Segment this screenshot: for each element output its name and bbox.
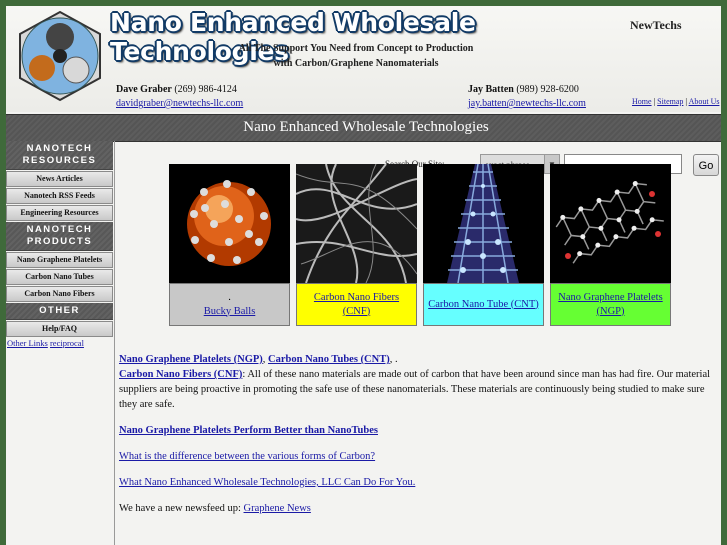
what-we-do-link[interactable]: What Nano Enhanced Wholesale Technologie… <box>119 477 415 488</box>
graphene-image <box>550 164 671 283</box>
sidebar-links: Other Links reciprocal <box>6 338 113 348</box>
ngp-link[interactable]: Nano Graphene Platelets (NGP) <box>119 354 263 365</box>
main-content: Search Our Site: exact phrase ▼ Go <box>114 141 722 545</box>
contact-dave: Dave Graber (269) 986-4124 davidgraber@n… <box>116 83 306 111</box>
nano-logo-icon <box>19 10 101 102</box>
product-cards: . Bucky Balls Carbon Nano Fibers (CNF) C… <box>169 164 681 326</box>
card-caption[interactable]: Carbon Nano Tube (CNT) <box>423 283 544 326</box>
sidebar-item-news-articles[interactable]: News Articles <box>6 171 113 187</box>
card-bucky-balls[interactable]: . Bucky Balls <box>169 164 290 326</box>
sidebar-section-other: OTHER <box>6 303 113 320</box>
carbon-nano-fibers-link[interactable]: Carbon Nano Fibers (CNF) <box>299 291 414 319</box>
site-header: Nano Enhanced Wholesale Technologies New… <box>6 6 721 112</box>
tagline-line-1: All The Support You Need from Concept to… <box>238 43 474 54</box>
card-caption[interactable]: Nano Graphene Platelets (NGP) <box>550 283 671 326</box>
sidebar-item-rss-feeds[interactable]: Nanotech RSS Feeds <box>6 188 113 204</box>
cnf-link[interactable]: Carbon Nano Fibers (CNF) <box>119 369 242 380</box>
card-caption[interactable]: Carbon Nano Fibers (CNF) <box>296 283 417 326</box>
intro-paragraph: Nano Graphene Platelets (NGP), Carbon Na… <box>119 354 711 410</box>
card-carbon-nano-tube[interactable]: Carbon Nano Tube (CNT) <box>423 164 544 326</box>
difference-link[interactable]: What is the difference between the vario… <box>119 451 375 462</box>
site-title: Nano Enhanced Wholesale Technologies <box>110 8 476 66</box>
tagline-line-2: with Carbon/Graphene Nanomaterials <box>273 58 439 69</box>
bucky-balls-link[interactable]: Bucky Balls <box>204 306 256 317</box>
sidebar-item-engineering-resources[interactable]: Engineering Resources <box>6 205 113 221</box>
sidebar-item-graphene-platelets[interactable]: Nano Graphene Platelets <box>6 252 113 268</box>
contact-jay: Jay Batten (989) 928-6200 jay.batten@new… <box>468 83 598 111</box>
contact-name: Dave Graber <box>116 84 172 95</box>
contact-email-link[interactable]: jay.batten@newtechs-llc.com <box>468 98 586 109</box>
card-caption[interactable]: . Bucky Balls <box>169 283 290 326</box>
band-title: Nano Enhanced Wholesale Technologies <box>243 119 489 135</box>
cnt-link[interactable]: Carbon Nano Tubes (CNT) <box>268 354 390 365</box>
contact-name: Jay Batten <box>468 84 514 95</box>
contact-phone: (989) 928-6200 <box>513 84 579 95</box>
sidebar-section-resources: NANOTECH RESOURCES <box>6 141 113 170</box>
card-carbon-nano-fibers[interactable]: Carbon Nano Fibers (CNF) <box>296 164 417 326</box>
title-band: Nano Enhanced Wholesale Technologies <box>6 114 721 142</box>
contact-phone: (269) 986-4124 <box>171 84 237 95</box>
bucky-ball-image <box>169 164 290 283</box>
sidebar-item-help-faq[interactable]: Help/FAQ <box>6 321 113 337</box>
sidebar-item-carbon-nano-fibers[interactable]: Carbon Nano Fibers <box>6 286 113 302</box>
carbon-nano-tube-link[interactable]: Carbon Nano Tube (CNT) <box>428 298 539 312</box>
graphene-platelets-link[interactable]: Nano Graphene Platelets (NGP) <box>553 291 668 319</box>
other-links-link[interactable]: Other Links <box>7 338 48 348</box>
sidebar-item-carbon-nano-tubes[interactable]: Carbon Nano Tubes <box>6 269 113 285</box>
home-link[interactable]: Home <box>632 97 652 106</box>
newsfeed-line: We have a new newsfeed up: Graphene News <box>119 503 311 514</box>
contact-email-link[interactable]: davidgraber@newtechs-llc.com <box>116 98 243 109</box>
perform-link[interactable]: Nano Graphene Platelets Perform Better t… <box>119 425 378 436</box>
reciprocal-link[interactable]: reciprocal <box>50 338 84 348</box>
sitemap-link[interactable]: Sitemap <box>657 97 683 106</box>
card-graphene-platelets[interactable]: Nano Graphene Platelets (NGP) <box>550 164 671 326</box>
brand-name: NewTechs <box>630 18 682 32</box>
top-links: Home | Sitemap | About Us <box>632 97 720 106</box>
go-button[interactable]: Go <box>693 154 719 176</box>
about-link[interactable]: About Us <box>689 97 720 106</box>
page-frame: Nano Enhanced Wholesale Technologies New… <box>6 6 721 545</box>
content-body: Nano Graphene Platelets (NGP), Carbon Na… <box>119 352 719 527</box>
graphene-news-link[interactable]: Graphene News <box>244 503 311 514</box>
sidebar-section-products: NANOTECH PRODUCTS <box>6 222 113 251</box>
carbon-fiber-image <box>296 164 417 283</box>
nanotube-image <box>423 164 544 283</box>
sidebar: NANOTECH RESOURCES News Articles Nanotec… <box>6 141 113 348</box>
